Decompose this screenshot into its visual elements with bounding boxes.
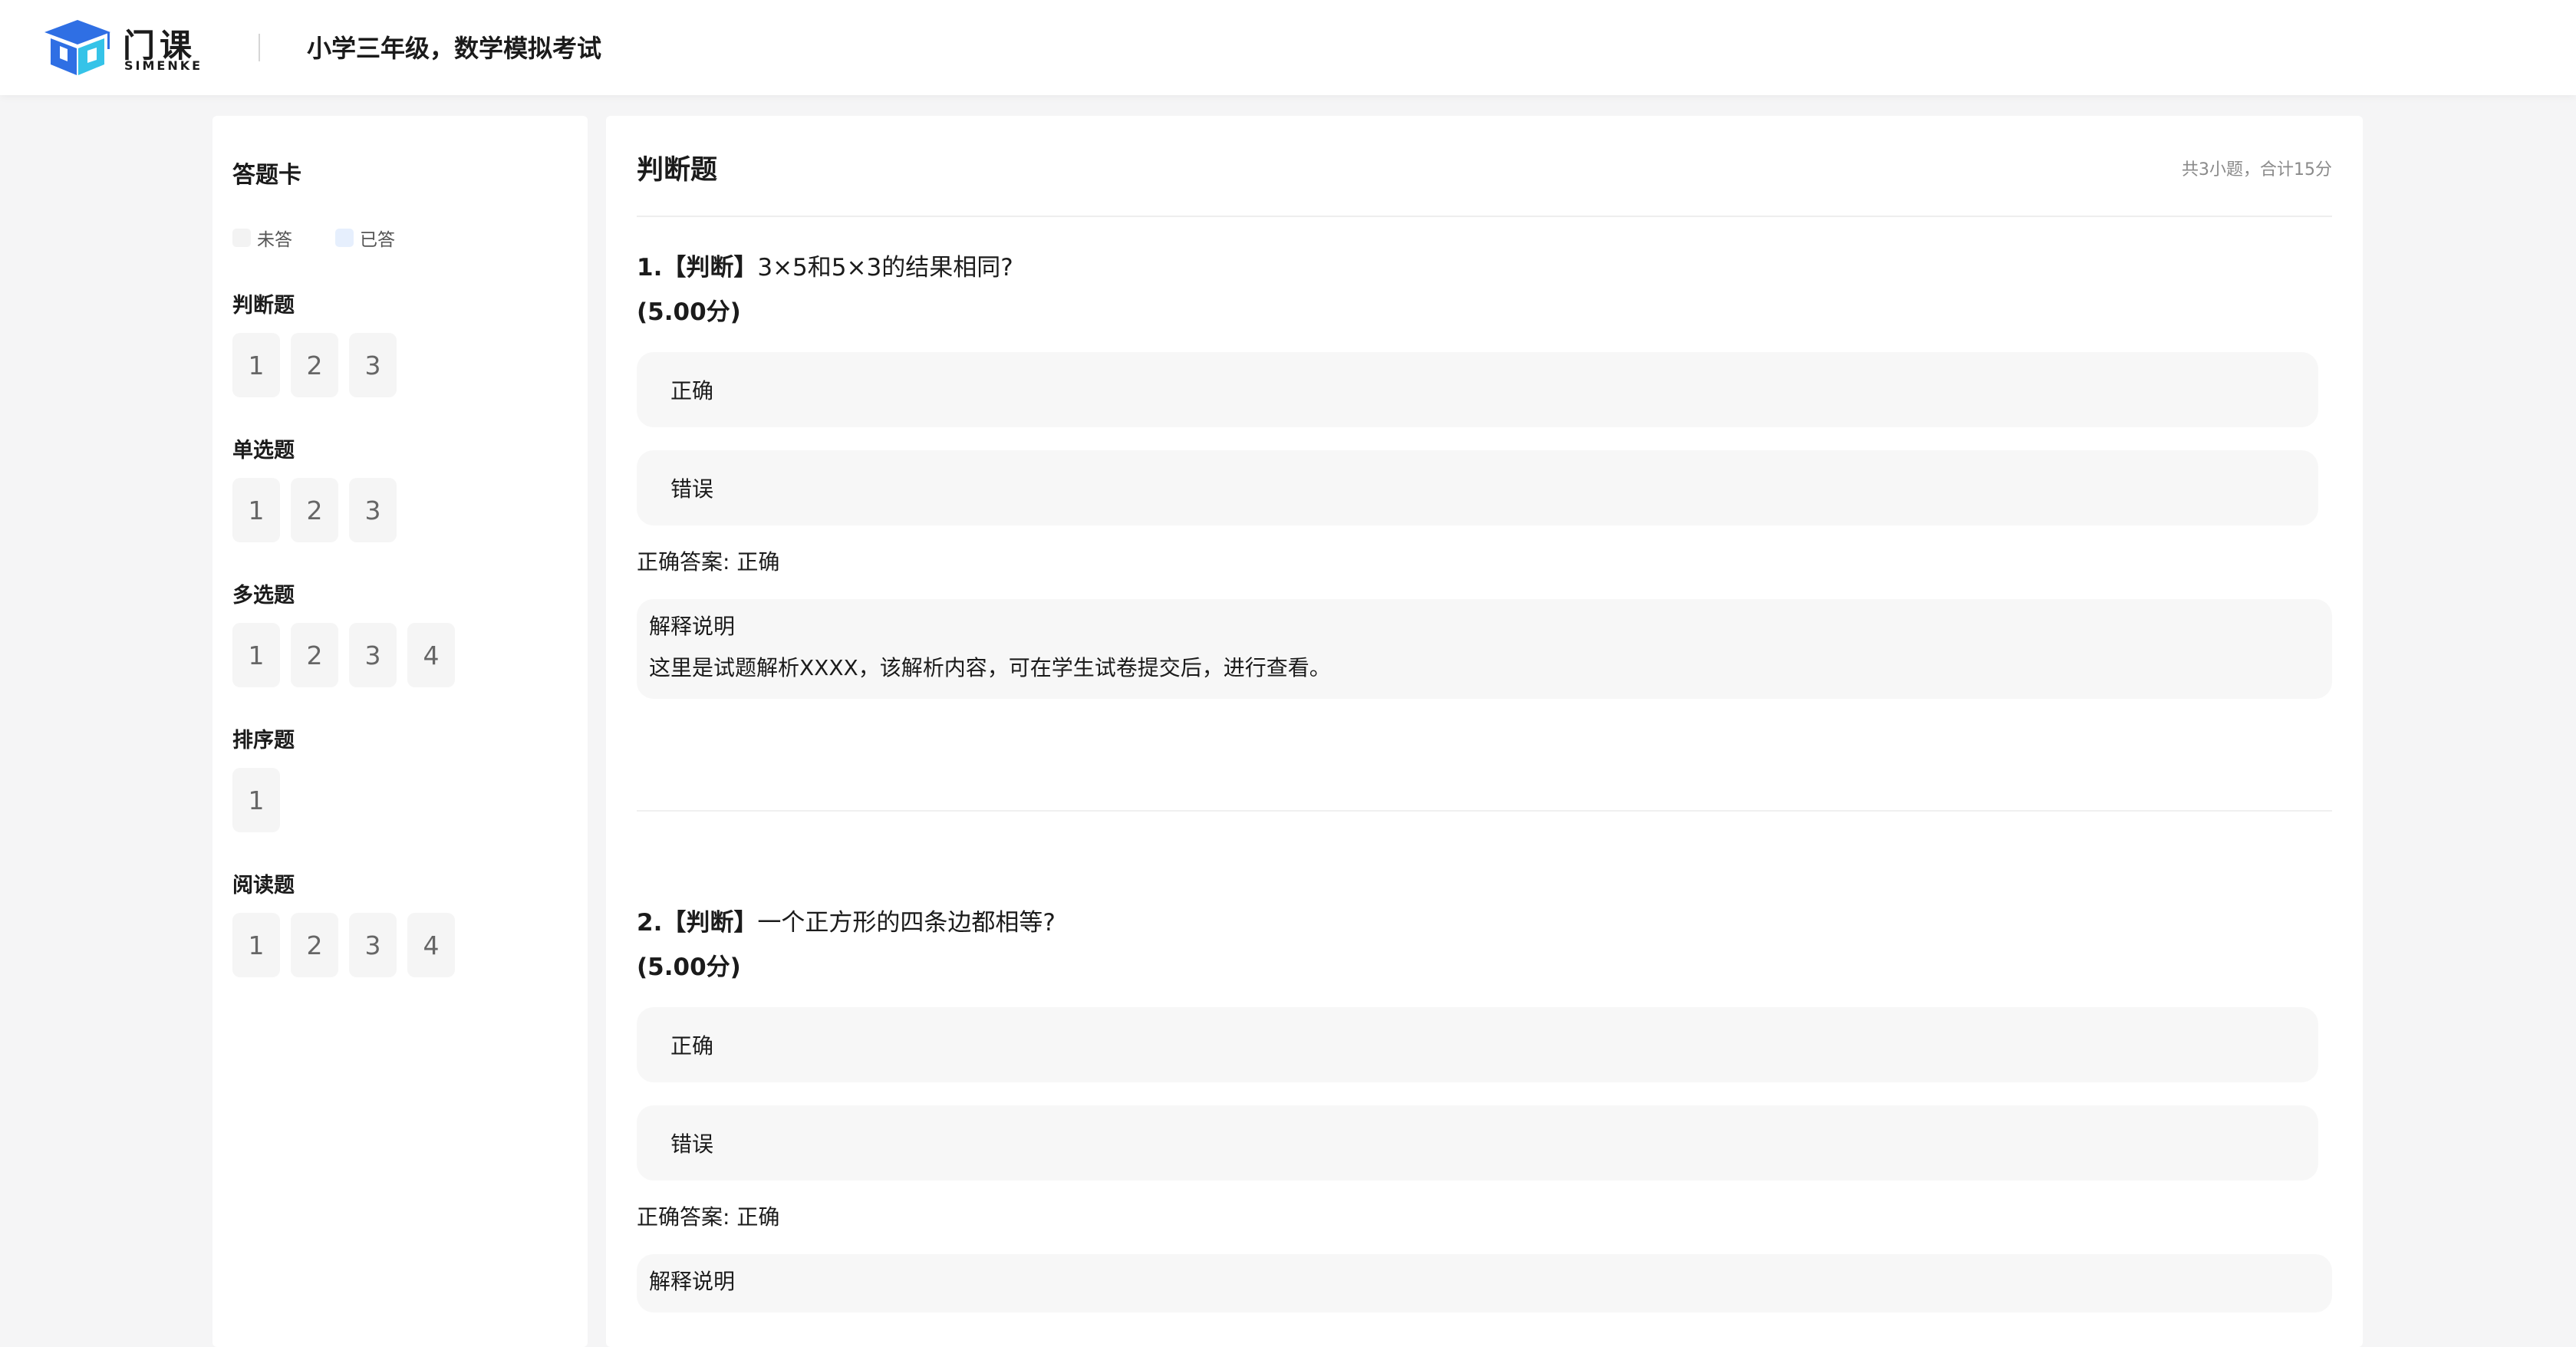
group-ordering: 排序题 1	[232, 723, 295, 832]
correct-answer: 正确答案: 正确	[637, 549, 780, 575]
question-stem: 2.【判断】一个正方形的四条边都相等?	[637, 906, 2332, 940]
exam-title: 小学三年级，数学模拟考试	[307, 34, 602, 63]
header-divider	[259, 34, 260, 61]
question-chip[interactable]: 3	[349, 333, 397, 397]
option-true[interactable]: 正确	[637, 1007, 2318, 1082]
question-chip[interactable]: 1	[232, 623, 280, 687]
section-summary: 共3小题，合计15分	[2182, 160, 2332, 179]
option-false[interactable]: 错误	[637, 450, 2318, 525]
group-title: 阅读题	[232, 874, 295, 897]
answer-legend: 未答 已答	[232, 225, 438, 251]
question-2: 2.【判断】一个正方形的四条边都相等? (5.00分) 正确 错误 正确答案: …	[637, 906, 2332, 1312]
group-true-false: 判断题 1 2 3	[232, 288, 407, 397]
question-chip[interactable]: 2	[291, 913, 338, 977]
question-text: 一个正方形的四条边都相等?	[757, 909, 1056, 937]
explanation-box: 解释说明 这里是试题解析XXXX，该解析内容，可在学生试卷提交后，进行查看。	[637, 599, 2332, 699]
question-chip[interactable]: 2	[291, 623, 338, 687]
legend-answered-label: 已答	[360, 230, 395, 250]
answer-card-title: 答题卡	[232, 162, 301, 189]
question-chip[interactable]: 1	[232, 478, 280, 542]
question-1: 1.【判断】3×5和5×3的结果相同? (5.00分) 正确 错误 正确答案: …	[637, 251, 2332, 699]
question-number: 2.	[637, 909, 663, 937]
section-divider	[637, 216, 2332, 217]
group-title: 排序题	[232, 729, 295, 753]
top-header: 门课 SIMENKE 小学三年级，数学模拟考试	[0, 0, 2576, 95]
question-stem: 1.【判断】3×5和5×3的结果相同?	[637, 251, 2332, 285]
answered-swatch	[335, 229, 354, 247]
question-panel: 判断题 共3小题，合计15分 1.【判断】3×5和5×3的结果相同? (5.00…	[606, 116, 2363, 1347]
legend-answered: 已答	[335, 225, 395, 251]
group-reading: 阅读题 1 2 3 4	[232, 868, 466, 977]
question-text: 3×5和5×3的结果相同?	[757, 254, 1013, 282]
legend-unanswered: 未答	[232, 225, 292, 251]
question-chip[interactable]: 2	[291, 478, 338, 542]
group-title: 单选题	[232, 439, 295, 463]
option-false[interactable]: 错误	[637, 1105, 2318, 1181]
question-score: (5.00分)	[637, 953, 741, 981]
brand-name-en: SIMENKE	[124, 58, 203, 73]
answer-card-panel: 答题卡 未答 已答 判断题 1 2 3 单选题 1 2 3 多选题 1 2 3 …	[212, 116, 588, 1347]
section-title: 判断题	[637, 155, 718, 186]
explanation-title: 解释说明	[649, 614, 736, 639]
explanation-title: 解释说明	[649, 1269, 736, 1294]
question-divider	[637, 810, 2332, 812]
question-chip[interactable]: 1	[232, 913, 280, 977]
option-true[interactable]: 正确	[637, 352, 2318, 427]
question-chip[interactable]: 3	[349, 913, 397, 977]
question-chip[interactable]: 4	[407, 913, 455, 977]
graduation-cap-logo-icon[interactable]	[43, 17, 112, 78]
question-chip[interactable]: 3	[349, 478, 397, 542]
question-type-tag: 【判断】	[662, 909, 758, 937]
group-title: 判断题	[232, 294, 295, 318]
group-title: 多选题	[232, 584, 295, 608]
question-chip[interactable]: 3	[349, 623, 397, 687]
explanation-text: 这里是试题解析XXXX，该解析内容，可在学生试卷提交后，进行查看。	[649, 655, 1331, 680]
question-number: 1.	[637, 254, 663, 282]
legend-unanswered-label: 未答	[257, 230, 292, 250]
question-type-tag: 【判断】	[662, 254, 758, 282]
question-chip[interactable]: 1	[232, 333, 280, 397]
question-chip[interactable]: 1	[232, 768, 280, 832]
correct-answer: 正确答案: 正确	[637, 1204, 780, 1230]
unanswered-swatch	[232, 229, 251, 247]
question-chip[interactable]: 4	[407, 623, 455, 687]
question-chip[interactable]: 2	[291, 333, 338, 397]
group-single-choice: 单选题 1 2 3	[232, 433, 407, 542]
question-score: (5.00分)	[637, 298, 741, 326]
group-multiple-choice: 多选题 1 2 3 4	[232, 578, 466, 687]
explanation-box: 解释说明	[637, 1254, 2332, 1312]
